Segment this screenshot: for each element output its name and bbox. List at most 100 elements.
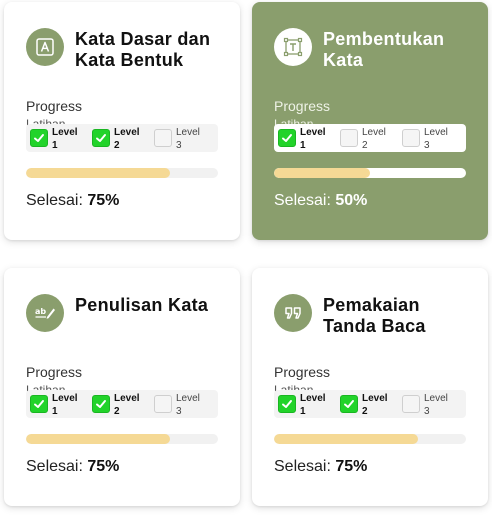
check-icon: [34, 400, 44, 408]
level-number: 3: [176, 140, 182, 151]
level-1-checkbox[interactable]: [278, 129, 296, 147]
level-checklist: Level 1 Level 2 Level 3: [26, 390, 218, 418]
progress-bar: [26, 434, 218, 444]
status-label: Selesai:: [274, 458, 331, 475]
status-label: Selesai:: [26, 192, 83, 209]
status-text: Selesai: 50%: [274, 192, 367, 210]
level-3-label: Level 3: [176, 392, 200, 418]
level-1[interactable]: Level 1: [26, 124, 88, 152]
level-1-checkbox[interactable]: [30, 395, 48, 413]
check-icon: [96, 134, 106, 142]
level-2-checkbox[interactable]: [340, 395, 358, 413]
level-1-checkbox[interactable]: [278, 395, 296, 413]
level-label: Level: [52, 127, 78, 138]
level-2-label: Level 2: [362, 392, 388, 418]
level-2-checkbox[interactable]: [340, 129, 358, 147]
level-checklist: Level 1 Level 2 Level 3: [274, 390, 466, 418]
level-label: Level: [424, 393, 448, 404]
level-number: 1: [52, 406, 58, 417]
level-label: Level: [424, 127, 448, 138]
progress-bar-fill: [26, 168, 170, 178]
status-text: Selesai: 75%: [26, 192, 119, 210]
check-icon: [96, 400, 106, 408]
level-1-label: Level 1: [52, 392, 78, 418]
check-icon: [344, 400, 354, 408]
course-card-kata-dasar[interactable]: Kata Dasar dan Kata Bentuk Progress Lati…: [4, 2, 240, 240]
level-3[interactable]: Level 3: [398, 390, 460, 418]
course-card-pembentukan-kata[interactable]: Pembentukan Kata Progress Latihan Level 1…: [252, 2, 488, 240]
quote-mark-icon: [274, 294, 312, 332]
level-label: Level: [114, 127, 140, 138]
level-2-checkbox[interactable]: [92, 129, 110, 147]
status-text: Selesai: 75%: [26, 458, 119, 476]
level-checklist: Level 1 Level 2 Level 3: [274, 124, 466, 152]
status-text: Selesai: 75%: [274, 458, 367, 476]
level-checklist: Level 1 Level 2 Level 3: [26, 124, 218, 152]
svg-text:ab: ab: [35, 307, 46, 316]
check-icon: [282, 400, 292, 408]
level-label: Level: [114, 393, 140, 404]
level-2[interactable]: Level 2: [336, 390, 398, 418]
level-label: Level: [176, 127, 200, 138]
progress-label: Progress: [26, 98, 83, 114]
level-3-label: Level 3: [176, 126, 200, 152]
level-2-label: Level 2: [362, 126, 386, 152]
level-label: Level: [52, 393, 78, 404]
status-value: 75%: [87, 192, 120, 209]
level-3[interactable]: Level 3: [150, 124, 212, 152]
progress-bar-fill: [26, 434, 170, 444]
check-icon: [34, 134, 44, 142]
progress-bar-fill: [274, 434, 418, 444]
level-1[interactable]: Level 1: [26, 390, 88, 418]
level-number: 2: [114, 140, 120, 151]
level-number: 3: [424, 406, 430, 417]
status-label: Selesai:: [26, 458, 83, 475]
level-1[interactable]: Level 1: [274, 124, 336, 152]
level-1-checkbox[interactable]: [30, 129, 48, 147]
level-1-label: Level 1: [300, 126, 326, 152]
level-3[interactable]: Level 3: [150, 390, 212, 418]
level-3-checkbox[interactable]: [402, 395, 420, 413]
level-3[interactable]: Level 3: [398, 124, 460, 152]
card-title: Penulisan Kata: [75, 295, 209, 315]
status-value: 75%: [335, 458, 368, 475]
letter-a-box-icon: [26, 28, 64, 66]
level-2[interactable]: Level 2: [88, 390, 150, 418]
level-3-checkbox[interactable]: [154, 395, 172, 413]
course-card-penulisan-kata[interactable]: ab Penulisan Kata Progress Latihan Level…: [4, 268, 240, 506]
level-number: 1: [52, 140, 58, 151]
level-number: 3: [176, 406, 182, 417]
level-3-label: Level 3: [424, 126, 448, 152]
course-card-pemakaian-tanda-baca[interactable]: Pemakaian Tanda Baca Progress Latihan Le…: [252, 268, 488, 506]
card-title: Pembentukan Kata: [323, 29, 445, 70]
level-1-label: Level 1: [52, 126, 78, 152]
status-value: 50%: [335, 192, 368, 209]
level-3-checkbox[interactable]: [402, 129, 420, 147]
text-frame-icon: [274, 28, 312, 66]
progress-bar: [274, 434, 466, 444]
progress-bar: [274, 168, 466, 178]
level-number: 2: [114, 406, 120, 417]
level-2[interactable]: Level 2: [88, 124, 150, 152]
level-2-checkbox[interactable]: [92, 395, 110, 413]
level-2[interactable]: Level 2: [336, 124, 398, 152]
level-label: Level: [362, 127, 386, 138]
spell-check-pen-icon: ab: [26, 294, 64, 332]
level-number: 2: [362, 406, 368, 417]
level-1[interactable]: Level 1: [274, 390, 336, 418]
level-number: 3: [424, 140, 430, 151]
level-3-label: Level 3: [424, 392, 448, 418]
card-title: Kata Dasar dan Kata Bentuk: [75, 29, 211, 70]
level-1-label: Level 1: [300, 392, 326, 418]
progress-label: Progress: [274, 98, 331, 114]
level-label: Level: [176, 393, 200, 404]
level-2-label: Level 2: [114, 392, 140, 418]
level-number: 1: [300, 406, 306, 417]
level-number: 2: [362, 140, 368, 151]
progress-bar-fill: [274, 168, 370, 178]
level-label: Level: [300, 127, 326, 138]
card-title: Pemakaian Tanda Baca: [323, 295, 426, 336]
check-icon: [282, 134, 292, 142]
progress-label: Progress: [26, 364, 83, 380]
level-3-checkbox[interactable]: [154, 129, 172, 147]
